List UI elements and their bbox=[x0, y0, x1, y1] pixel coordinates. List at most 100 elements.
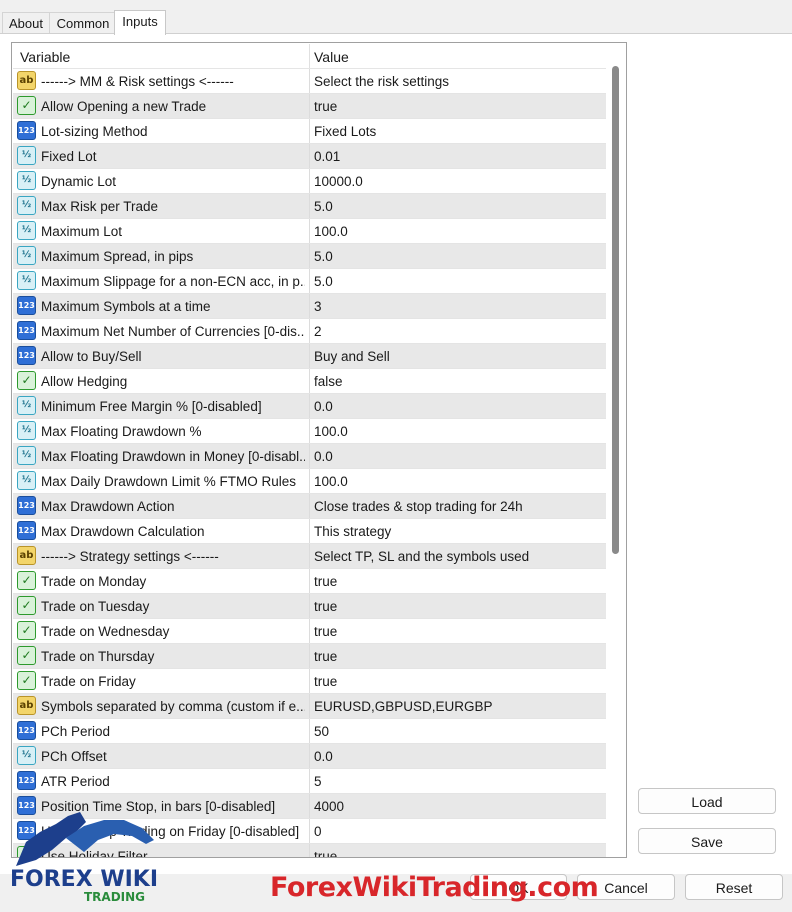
double-half-icon: ½ bbox=[17, 221, 36, 240]
tab-common[interactable]: Common bbox=[49, 12, 117, 34]
variable-value[interactable]: true bbox=[314, 619, 602, 643]
table-row[interactable]: ½ PCh Offset 0.0 bbox=[13, 744, 606, 769]
variable-name: Allow Opening a new Trade bbox=[41, 99, 207, 114]
bool-icon: ✓ bbox=[17, 596, 36, 615]
double-half-icon: ½ bbox=[17, 421, 36, 440]
table-row[interactable]: 123 Max Drawdown Action Close trades & sto… bbox=[13, 494, 606, 519]
variable-value[interactable]: true bbox=[314, 669, 602, 693]
variable-value[interactable]: 0.0 bbox=[314, 744, 602, 768]
save-button[interactable]: Save bbox=[638, 828, 776, 854]
column-separator bbox=[309, 719, 310, 743]
variable-value[interactable]: 2 bbox=[314, 319, 602, 343]
reset-button[interactable]: Reset bbox=[685, 874, 783, 900]
table-row[interactable]: ab ------> Strategy settings <------ Selec… bbox=[13, 544, 606, 569]
variable-name: ------> MM & Risk settings <------ bbox=[41, 74, 234, 89]
table-row[interactable]: ✓ Trade on Thursday true bbox=[13, 644, 606, 669]
variable-value[interactable]: Select TP, SL and the symbols used bbox=[314, 544, 602, 568]
table-row[interactable]: 123 Max Drawdown Calculation This strategy bbox=[13, 519, 606, 544]
variable-value[interactable]: 50 bbox=[314, 719, 602, 743]
variable-name: Minimum Free Margin % [0-disabled] bbox=[41, 399, 262, 414]
variable-value[interactable]: 5.0 bbox=[314, 269, 602, 293]
load-button[interactable]: Load bbox=[638, 788, 776, 814]
variable-value[interactable]: 0.01 bbox=[314, 144, 602, 168]
double-half-icon: ½ bbox=[17, 471, 36, 490]
table-row[interactable]: ✓ Allow Opening a new Trade true bbox=[13, 94, 606, 119]
table-row[interactable]: ½ Fixed Lot 0.01 bbox=[13, 144, 606, 169]
variable-value[interactable]: Buy and Sell bbox=[314, 344, 602, 368]
variable-value[interactable]: 100.0 bbox=[314, 419, 602, 443]
table-row[interactable]: ✓ Trade on Friday true bbox=[13, 669, 606, 694]
table-row[interactable]: ½ Maximum Lot 100.0 bbox=[13, 219, 606, 244]
variable-value[interactable]: Select the risk settings bbox=[314, 69, 602, 93]
table-row[interactable]: 123 Allow to Buy/Sell Buy and Sell bbox=[13, 344, 606, 369]
table-row[interactable]: ½ Minimum Free Margin % [0-disabled] 0.0 bbox=[13, 394, 606, 419]
grid-scrollbar[interactable] bbox=[609, 44, 624, 856]
table-row[interactable]: 123 Maximum Symbols at a time 3 bbox=[13, 294, 606, 319]
table-row[interactable]: ½ Max Floating Drawdown in Money [0-disab… bbox=[13, 444, 606, 469]
table-row[interactable]: ½ Maximum Spread, in pips 5.0 bbox=[13, 244, 606, 269]
table-row[interactable]: ½ Dynamic Lot 10000.0 bbox=[13, 169, 606, 194]
table-row[interactable]: ab Symbols separated by comma (custom if … bbox=[13, 694, 606, 719]
variable-value[interactable]: true bbox=[314, 94, 602, 118]
column-separator bbox=[309, 369, 310, 393]
table-row[interactable]: ½ Max Risk per Trade 5.0 bbox=[13, 194, 606, 219]
variable-value[interactable]: false bbox=[314, 369, 602, 393]
variable-value[interactable]: Fixed Lots bbox=[314, 119, 602, 143]
variable-value[interactable]: 4000 bbox=[314, 794, 602, 818]
variable-value[interactable]: 10000.0 bbox=[314, 169, 602, 193]
watermark-site-text: ForexWikiTrading.com bbox=[270, 872, 599, 903]
variable-value[interactable]: 5.0 bbox=[314, 244, 602, 268]
column-separator bbox=[309, 619, 310, 643]
forexwiki-logo: FOREX WIKI TRADING bbox=[10, 812, 158, 904]
variable-value[interactable]: 5 bbox=[314, 769, 602, 793]
column-separator bbox=[309, 469, 310, 493]
int-123-icon: 123 bbox=[17, 296, 36, 315]
variable-value[interactable]: 3 bbox=[314, 294, 602, 318]
table-row[interactable]: 123 Maximum Net Number of Currencies [0-d… bbox=[13, 319, 606, 344]
variable-value[interactable]: true bbox=[314, 644, 602, 668]
string-ab-icon: ab bbox=[17, 696, 36, 715]
tab-about[interactable]: About bbox=[2, 12, 50, 34]
variable-value[interactable]: Close trades & stop trading for 24h bbox=[314, 494, 602, 518]
variable-name: PCh Period bbox=[41, 724, 111, 739]
table-row[interactable]: ½ Max Floating Drawdown % 100.0 bbox=[13, 419, 606, 444]
grid-rows: ab ------> MM & Risk settings <------ Sele… bbox=[13, 69, 606, 857]
table-row[interactable]: 123 PCh Period 50 bbox=[13, 719, 606, 744]
int-123-icon: 123 bbox=[17, 321, 36, 340]
table-row[interactable]: ✓ Trade on Wednesday true bbox=[13, 619, 606, 644]
table-row[interactable]: ✓ Trade on Tuesday true bbox=[13, 594, 606, 619]
column-separator bbox=[309, 94, 310, 118]
column-separator bbox=[309, 269, 310, 293]
scrollbar-thumb[interactable] bbox=[612, 66, 619, 554]
table-row[interactable]: ✓ Trade on Monday true bbox=[13, 569, 606, 594]
variable-value[interactable]: 100.0 bbox=[314, 469, 602, 493]
column-separator bbox=[309, 519, 310, 543]
column-separator bbox=[309, 344, 310, 368]
variable-name: Fixed Lot bbox=[41, 149, 97, 164]
double-half-icon: ½ bbox=[17, 446, 36, 465]
tab-inputs[interactable]: Inputs bbox=[114, 10, 166, 35]
column-separator bbox=[309, 494, 310, 518]
variable-value[interactable]: 5.0 bbox=[314, 194, 602, 218]
variable-name: Trade on Thursday bbox=[41, 649, 155, 664]
variable-value[interactable]: true bbox=[314, 569, 602, 593]
variable-value[interactable]: 0.0 bbox=[314, 444, 602, 468]
header-variable[interactable]: Variable bbox=[20, 44, 310, 68]
variable-value[interactable]: EURUSD,GBPUSD,EURGBP bbox=[314, 694, 602, 718]
table-row[interactable]: ✓ Allow Hedging false bbox=[13, 369, 606, 394]
table-row[interactable]: ab ------> MM & Risk settings <------ Sele… bbox=[13, 69, 606, 94]
variable-value[interactable]: 100.0 bbox=[314, 219, 602, 243]
column-separator bbox=[309, 594, 310, 618]
variable-value[interactable]: 0.0 bbox=[314, 394, 602, 418]
table-row[interactable]: 123 ATR Period 5 bbox=[13, 769, 606, 794]
table-row[interactable]: 123 Lot-sizing Method Fixed Lots bbox=[13, 119, 606, 144]
variable-value[interactable]: true bbox=[314, 594, 602, 618]
variable-value[interactable]: This strategy bbox=[314, 519, 602, 543]
variable-value[interactable]: true bbox=[314, 844, 602, 857]
header-value[interactable]: Value bbox=[314, 44, 594, 68]
variable-name: Trade on Friday bbox=[41, 674, 136, 689]
variable-name: Max Drawdown Calculation bbox=[41, 524, 205, 539]
table-row[interactable]: ½ Max Daily Drawdown Limit % FTMO Rules 10… bbox=[13, 469, 606, 494]
variable-value[interactable]: 0 bbox=[314, 819, 602, 843]
table-row[interactable]: ½ Maximum Slippage for a non-ECN acc, in … bbox=[13, 269, 606, 294]
